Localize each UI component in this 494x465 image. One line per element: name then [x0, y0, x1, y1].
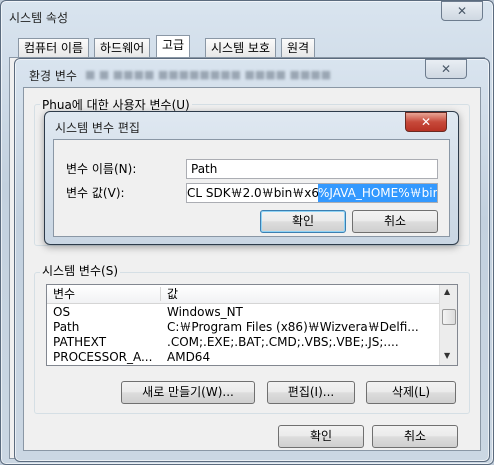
tab-strip: 컴퓨터 이름 하드웨어 고급 시스템 보호 원격	[18, 35, 478, 58]
list-header: 변수 값	[47, 285, 439, 304]
column-header-value[interactable]: 값	[167, 285, 178, 303]
environment-variables-close-button[interactable]: ✕	[425, 59, 467, 79]
edit-variable-button[interactable]: 편집(I)...	[267, 381, 355, 404]
variable-name-value: Path	[191, 162, 218, 176]
close-icon: ✕	[440, 62, 452, 76]
environment-variables-title: 환경 변수	[29, 69, 77, 83]
row-name: PROCESSOR_A...	[53, 350, 153, 364]
delete-variable-button[interactable]: 삭제(L)	[366, 381, 456, 404]
vertical-scrollbar[interactable]: ▲ ▼	[439, 285, 457, 365]
column-divider	[160, 287, 161, 301]
variable-name-field[interactable]: Path	[186, 159, 438, 179]
edit-system-variable-dialog: 시스템 변수 편집 ✕ 변수 이름(N): Path 변수 값(V): CL S…	[44, 111, 459, 245]
title-bar-background-text: ■ ■ ■■■■ ■■■■■■■■ ■■■■ ■■■■	[85, 68, 332, 81]
environment-ok-button[interactable]: 확인	[278, 425, 364, 448]
row-name: OS	[53, 305, 71, 319]
scroll-down-icon[interactable]: ▼	[444, 351, 450, 360]
row-name: Path	[53, 320, 80, 334]
table-row[interactable]: Path C:￦Program Files (x86)￦Wizvera￦Delf…	[47, 320, 439, 335]
row-name: PATHEXT	[53, 335, 107, 349]
tab-computer-name[interactable]: 컴퓨터 이름	[18, 38, 90, 57]
row-value: C:￦Program Files (x86)￦Wizvera￦Delfi...	[167, 320, 419, 334]
tab-advanced[interactable]: 고급	[156, 35, 191, 57]
variable-value-label: 변수 값(V):	[66, 186, 125, 200]
close-icon: ✕	[456, 4, 468, 18]
close-icon: ✕	[420, 115, 432, 129]
variable-value-selected: %JAVA_HOME%￦bin	[318, 184, 437, 202]
scrollbar-thumb[interactable]	[442, 309, 456, 325]
variable-name-label: 변수 이름(N):	[66, 162, 137, 176]
variable-value-field[interactable]: CL SDK￦2.0￦bin￦x64; %JAVA_HOME%￦bin	[186, 183, 438, 203]
system-variables-label: 시스템 변수(S)	[40, 262, 120, 279]
edit-dialog-close-button[interactable]: ✕	[405, 112, 447, 132]
row-value: AMD64	[167, 350, 211, 364]
variable-value-plain: CL SDK￦2.0￦bin￦x64;	[187, 186, 331, 200]
tab-hardware[interactable]: 하드웨어	[94, 38, 151, 57]
system-variables-list[interactable]: 변수 값 OS Windows_NT Path C:￦Program Files…	[46, 284, 458, 366]
table-row[interactable]: PATHEXT .COM;.EXE;.BAT;.CMD;.VBS;.VBE;.J…	[47, 335, 439, 350]
edit-ok-button[interactable]: 확인	[260, 210, 346, 233]
table-row[interactable]: PROCESSOR_A... AMD64	[47, 350, 439, 365]
tab-remote[interactable]: 원격	[281, 38, 316, 57]
edit-cancel-button[interactable]: 취소	[352, 210, 438, 233]
row-value: .COM;.EXE;.BAT;.CMD;.VBS;.VBE;.JS;....	[167, 335, 399, 349]
tab-system-protection[interactable]: 시스템 보호	[205, 38, 277, 57]
environment-cancel-button[interactable]: 취소	[372, 425, 458, 448]
edit-dialog-title: 시스템 변수 편집	[55, 121, 140, 135]
system-properties-close-button[interactable]: ✕	[441, 1, 483, 21]
scroll-up-icon[interactable]: ▲	[444, 287, 450, 296]
column-header-name[interactable]: 변수	[53, 285, 75, 303]
new-variable-button[interactable]: 새로 만들기(W)...	[121, 381, 255, 404]
row-value: Windows_NT	[167, 305, 243, 319]
table-row[interactable]: OS Windows_NT	[47, 305, 439, 320]
edit-dialog-client: 변수 이름(N): Path 변수 값(V): CL SDK￦2.0￦bin￦x…	[53, 139, 450, 237]
system-properties-title: 시스템 속성	[9, 11, 69, 25]
